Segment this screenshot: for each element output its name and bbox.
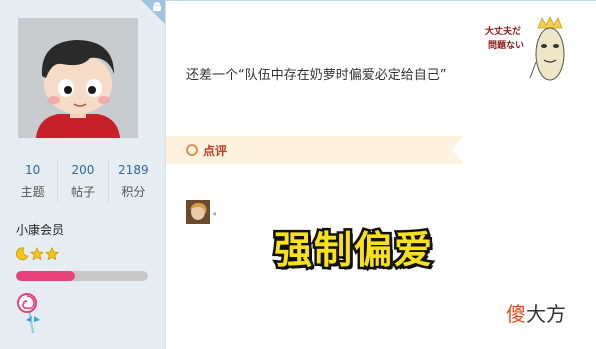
stat-credits-label: 积分	[121, 185, 146, 199]
review-label: 点评	[203, 144, 228, 158]
moon-icon	[16, 247, 29, 261]
star-icon	[30, 247, 44, 261]
star-icon	[45, 247, 59, 261]
stat-credits-value: 2189	[118, 163, 149, 177]
post-message: 还差一个“队伍中存在奶萝时偏爱必定给自己”	[186, 68, 447, 83]
stat-threads[interactable]: 10 主题	[8, 160, 57, 202]
review-section-header: 点评	[166, 136, 464, 164]
image-caption: 强制偏爱	[271, 226, 435, 275]
rank-progress-fill	[16, 271, 76, 281]
android-icon	[153, 2, 161, 11]
avatar[interactable]	[18, 18, 138, 138]
ribbon-notch	[452, 136, 464, 164]
user-profile-panel: 10 主题 200 帖子 2189 积分 小康会员	[0, 0, 166, 349]
stat-threads-value: 10	[25, 163, 41, 177]
circle-icon	[186, 144, 198, 156]
reviewer-marker-icon: ◂	[212, 209, 217, 218]
rank-progress-bar	[16, 271, 148, 281]
post-divider	[166, 0, 596, 1]
stat-posts-value: 200	[71, 163, 95, 177]
user-stats: 10 主题 200 帖子 2189 积分	[8, 160, 158, 202]
post-content: 还差一个“队伍中存在奶萝时偏爱必定给自己” 大丈夫だ 問題ない 点评 ◂ 强制偏…	[166, 0, 596, 349]
reviewer-avatar[interactable]	[186, 200, 210, 224]
stat-threads-label: 主题	[20, 185, 45, 199]
stat-posts[interactable]: 200 帖子	[57, 160, 107, 202]
rank-stars	[15, 246, 59, 262]
watermark-text: 大方	[526, 302, 566, 326]
watermark: 傻大方	[506, 298, 566, 327]
sticker-text-line2: 問題ない	[488, 40, 524, 51]
stat-posts-label: 帖子	[70, 185, 95, 199]
stat-credits[interactable]: 2189 积分	[107, 160, 158, 202]
lollipop-medal-icon[interactable]	[14, 292, 46, 334]
user-group[interactable]: 小康会员	[16, 221, 64, 238]
meme-sticker: 大丈夫だ 問題ない	[482, 12, 580, 82]
sticker-text-line1: 大丈夫だ	[485, 25, 521, 37]
watermark-char: 傻	[506, 302, 526, 326]
